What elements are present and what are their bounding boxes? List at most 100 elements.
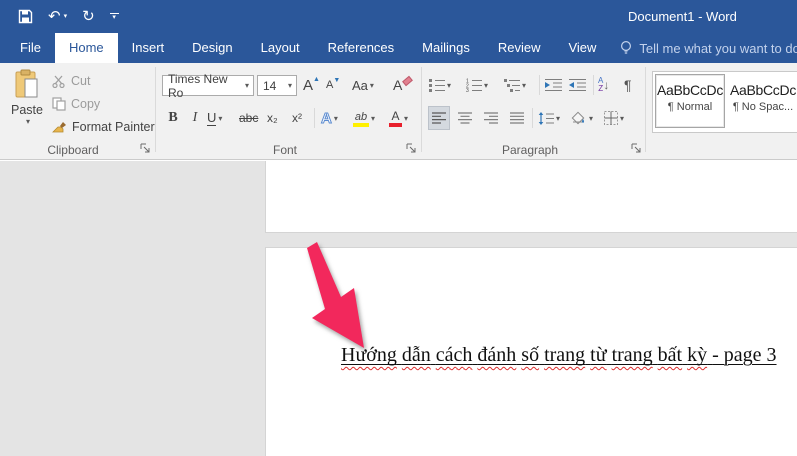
font-size-combobox[interactable]: 14 ▾	[257, 75, 297, 96]
font-size-value: 14	[263, 79, 276, 93]
paste-label: Paste	[11, 103, 43, 117]
lightbulb-icon	[620, 40, 632, 56]
bold-button[interactable]: B	[164, 107, 182, 129]
line-spacing-button[interactable]: ▾	[538, 107, 560, 129]
format-painter-icon	[52, 120, 67, 134]
document-canvas: Hướng dẫn cách đánh số trang từ trang bấ…	[0, 161, 797, 456]
paragraph-group-label: Paragraph	[465, 143, 595, 157]
document-page-1[interactable]	[265, 161, 797, 233]
doc-word: từ	[590, 344, 606, 366]
quick-access-toolbar: ↶ ▾ ↻ ▾	[18, 0, 119, 33]
justify-icon	[510, 112, 524, 124]
copy-button[interactable]: Copy	[52, 94, 100, 114]
font-color-button[interactable]: A ▾	[389, 107, 408, 129]
tab-file[interactable]: File	[6, 33, 55, 63]
italic-button[interactable]: I	[188, 107, 202, 129]
grow-font-button[interactable]: A▲	[303, 74, 320, 96]
line-spacing-icon	[538, 112, 554, 125]
doc-word: số	[521, 344, 539, 366]
tell-me-box[interactable]: Tell me what you want to do	[620, 33, 797, 63]
svg-text:3: 3	[466, 88, 469, 92]
cut-label: Cut	[71, 74, 90, 88]
borders-button[interactable]: ▾	[604, 107, 624, 129]
title-bar: ↶ ▾ ↻ ▾ Document1 - Word	[0, 0, 797, 33]
copy-icon	[52, 97, 66, 111]
redo-button[interactable]: ↻	[82, 9, 95, 24]
undo-dropdown-icon[interactable]: ▾	[64, 13, 68, 20]
subscript-button[interactable]: x₂	[267, 107, 278, 129]
ribbon-tab-row: File Home Insert Design Layout Reference…	[0, 33, 797, 63]
word-window: ↶ ▾ ↻ ▾ Document1 - Word File Home Inser…	[0, 0, 797, 456]
format-painter-button[interactable]: Format Painter	[52, 117, 155, 137]
undo-icon: ↶	[48, 9, 61, 24]
tell-me-label: Tell me what you want to do	[639, 41, 797, 56]
paste-dropdown-icon[interactable]: ▾	[26, 117, 30, 126]
tab-insert[interactable]: Insert	[118, 33, 179, 63]
multilevel-list-button[interactable]: ▾	[504, 74, 526, 96]
align-left-button[interactable]	[429, 107, 449, 129]
copy-label: Copy	[71, 97, 100, 111]
align-center-button[interactable]	[455, 107, 475, 129]
numbering-icon: 123	[466, 78, 482, 92]
bullets-icon	[429, 78, 445, 92]
paint-bucket-icon	[570, 111, 587, 125]
decrease-indent-button[interactable]	[545, 74, 562, 96]
clipboard-group-label: Clipboard	[18, 143, 128, 157]
sort-arrow-icon: ↓	[603, 78, 609, 92]
styles-gallery: AaBbCcDc ¶ Normal AaBbCcDc ¶ No Spac...	[652, 71, 797, 133]
show-hide-pilcrow-button[interactable]: ¶	[624, 74, 632, 96]
save-icon[interactable]	[18, 9, 33, 24]
font-size-dropdown-icon[interactable]: ▾	[288, 81, 292, 90]
superscript-button[interactable]: x²	[292, 107, 302, 129]
numbering-button[interactable]: 123 ▾	[466, 74, 488, 96]
sort-button[interactable]: A Z ↓	[598, 74, 609, 96]
shading-button[interactable]: ▾	[570, 107, 593, 129]
text-effects-button[interactable]: A ▾	[321, 107, 338, 129]
highlight-color-button[interactable]: ab ▾	[353, 107, 375, 129]
align-right-button[interactable]	[481, 107, 501, 129]
change-case-button[interactable]: Aa ▾	[352, 74, 374, 96]
align-left-icon	[432, 112, 446, 124]
tab-view[interactable]: View	[554, 33, 610, 63]
paste-button[interactable]: Paste ▾	[6, 69, 48, 143]
strikethrough-button[interactable]: abc	[239, 107, 258, 129]
window-title: Document1 - Word	[628, 0, 737, 33]
style-normal[interactable]: AaBbCcDc ¶ Normal	[655, 74, 725, 128]
undo-button[interactable]: ↶ ▾	[48, 9, 67, 24]
borders-icon	[604, 111, 618, 125]
tab-review[interactable]: Review	[484, 33, 555, 63]
shrink-font-button[interactable]: A▼	[326, 74, 340, 96]
scissors-icon	[52, 75, 66, 88]
underline-dropdown-icon[interactable]: ▾	[218, 114, 222, 123]
clear-formatting-button[interactable]: A	[393, 74, 412, 96]
align-right-icon	[484, 112, 498, 124]
font-family-dropdown-icon[interactable]: ▾	[245, 81, 249, 90]
doc-word: trang	[612, 344, 653, 366]
font-family-combobox[interactable]: Times New Ro ▾	[162, 75, 254, 96]
clipboard-dialog-launcher-icon[interactable]	[140, 143, 151, 154]
tab-home[interactable]: Home	[55, 33, 118, 63]
underline-button[interactable]: U ▾	[207, 107, 222, 129]
customize-qat-button[interactable]: ▾	[110, 13, 119, 20]
cut-button[interactable]: Cut	[52, 71, 90, 91]
ribbon-home: Paste ▾ Cut Copy Format Painter Clipboar…	[0, 63, 797, 160]
justify-button[interactable]	[507, 107, 527, 129]
tab-layout[interactable]: Layout	[247, 33, 314, 63]
decrease-indent-icon	[545, 78, 562, 92]
style-no-spacing[interactable]: AaBbCcDc ¶ No Spac...	[728, 74, 797, 128]
paragraph-dialog-launcher-icon[interactable]	[631, 143, 642, 154]
tab-references[interactable]: References	[314, 33, 408, 63]
tab-design[interactable]: Design	[178, 33, 246, 63]
increase-indent-button[interactable]	[569, 74, 586, 96]
font-dialog-launcher-icon[interactable]	[406, 143, 417, 154]
multilevel-list-icon	[504, 78, 520, 92]
doc-word: dẫn	[402, 344, 431, 366]
font-group-label: Font	[225, 143, 345, 157]
align-center-icon	[458, 112, 472, 124]
doc-word: bất	[658, 344, 682, 366]
text-effects-icon: A	[321, 110, 332, 127]
highlight-swatch	[353, 123, 369, 127]
clipboard-icon	[14, 69, 40, 99]
tab-mailings[interactable]: Mailings	[408, 33, 484, 63]
bullets-button[interactable]: ▾	[429, 74, 451, 96]
